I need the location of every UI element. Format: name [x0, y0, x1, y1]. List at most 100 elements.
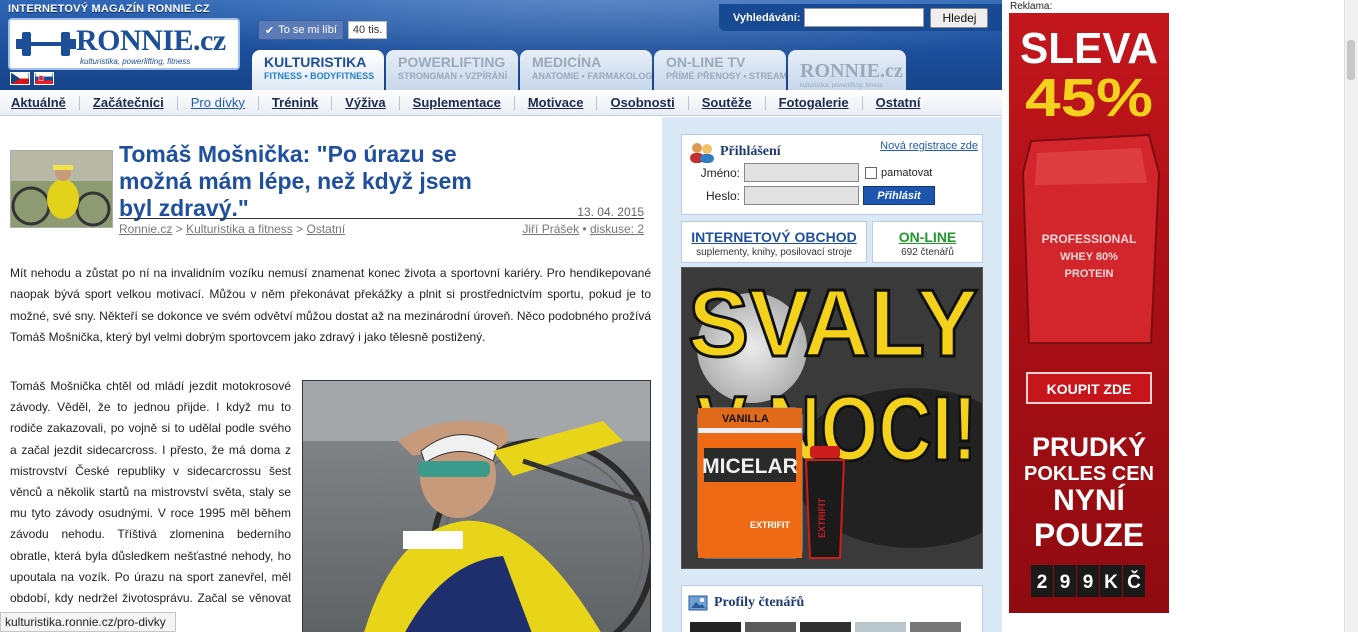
sleva-45-ad[interactable]: SLEVA 45% PROFESSIONAL WHEY 80% PROTEIN … [1009, 13, 1169, 613]
sleva-drop-3: NYNÍ [1053, 483, 1125, 517]
slovak-flag-icon[interactable] [34, 72, 54, 85]
price-digit: 9 [1083, 572, 1094, 593]
svaly-v-noci-ad[interactable]: SVALY V NOCI! VANILLA MICELAR EXTRIFIT E… [681, 267, 983, 569]
online-link[interactable]: ON-LINE [873, 229, 982, 245]
buy-now-button: KOUPIT ZDE [1047, 381, 1132, 397]
breadcrumb-home[interactable]: Ronnie.cz [119, 222, 172, 236]
vertical-scrollbar[interactable] [1344, 0, 1358, 632]
article-lead: Mít nehodu a zůstat po ní na invalidním … [10, 266, 651, 345]
like-button[interactable]: ✔ To se mi líbí [258, 20, 344, 40]
price-counter: 2 9 9 K Č [1031, 565, 1145, 597]
brand-right-logo: RONNIE.cz [800, 60, 903, 82]
sleva-drop-2: POKLES CEN [1024, 463, 1154, 485]
profile-thumb[interactable] [910, 622, 961, 632]
online-readers: 692 čtenářů [901, 247, 954, 258]
eshop-subtitle: suplementy, knihy, posilovací stroje [696, 247, 852, 258]
breadcrumb-separator: > [175, 222, 183, 236]
profile-thumb[interactable] [690, 622, 741, 632]
sidebar: Přihlášení Nová registrace zde Jméno: pa… [662, 117, 1002, 632]
ad-label: Reklama: [1010, 1, 1053, 12]
login-box: Přihlášení Nová registrace zde Jméno: pa… [681, 134, 983, 215]
login-button[interactable]: Přihlásit [863, 186, 935, 205]
czech-flag-icon[interactable] [10, 72, 30, 85]
svaly-flavor: VANILLA [722, 413, 769, 425]
site-header: INTERNETOVÝ MAGAZÍN RONNIE.CZ RONNIE.cz … [0, 0, 1002, 90]
article-meta: Jiří Prášek • diskuse: 2 [510, 222, 644, 236]
username-label: Jméno: [700, 165, 740, 180]
scrollbar-thumb[interactable] [1347, 40, 1355, 80]
price-currency: K [1104, 572, 1118, 593]
tab-brand[interactable]: RONNIE.cz kulturistika, powerlifting, fi… [788, 50, 906, 90]
article: Tomáš Mošnička: "Po úrazu se možná mám l… [0, 117, 662, 632]
tab-medicina[interactable]: MEDICÍNA ANATOMIE • FARMAKOLOGIE [520, 50, 652, 90]
remember-label: pamatovat [881, 166, 933, 179]
svaly-shaker-brand: EXTRIFIT [817, 497, 827, 538]
nav-suplementace[interactable]: Suplementace [398, 95, 514, 110]
nav-zacatecnici[interactable]: Začátečníci [78, 95, 177, 110]
logo-name: RONNIE.cz [76, 24, 226, 57]
profile-thumb[interactable] [855, 622, 906, 632]
login-title: Přihlášení [720, 144, 781, 159]
tab-kulturistika[interactable]: KULTURISTIKA FITNESS • BODYFITNESS [252, 50, 384, 90]
sleva-headline: SLEVA [1020, 24, 1158, 73]
nav-ostatni[interactable]: Ostatní [861, 95, 934, 110]
search-input[interactable] [804, 8, 925, 27]
checkmark-icon: ✔ [265, 24, 275, 37]
password-input[interactable] [744, 186, 859, 205]
username-input[interactable] [744, 163, 859, 182]
price-digit: 2 [1037, 572, 1048, 593]
site-logo[interactable]: RONNIE.cz kulturistika, powerlifting, fi… [8, 18, 240, 70]
breadcrumb-subcategory[interactable]: Ostatní [307, 222, 346, 236]
search-button[interactable]: Hledej [930, 7, 989, 28]
article-title: Tomáš Mošnička: "Po úrazu se možná mám l… [119, 141, 472, 221]
sleva-product-line1: PROFESSIONAL [1042, 232, 1137, 246]
svaly-ad-graphic: SVALY V NOCI! VANILLA MICELAR EXTRIFIT E… [682, 268, 982, 568]
sleva-product-line3: PROTEIN [1065, 268, 1114, 280]
nav-aktualne[interactable]: Aktuálně [0, 95, 79, 110]
reader-profiles: Profily čtenářů [681, 585, 983, 632]
nav-pro-divky[interactable]: Pro dívky [176, 95, 258, 110]
breadcrumb: Ronnie.cz > Kulturistika a fitness > Ost… [119, 222, 345, 236]
sleva-ad-graphic: SLEVA 45% PROFESSIONAL WHEY 80% PROTEIN … [1020, 24, 1161, 597]
barbell-icon [16, 32, 76, 56]
profile-thumb[interactable] [745, 622, 796, 632]
online-box[interactable]: ON-LINE 692 čtenářů [872, 221, 983, 263]
sleva-product-line2: WHEY 80% [1060, 251, 1118, 263]
search-bar: Vyhledávání: Hledej [719, 4, 1002, 31]
price-digit: 9 [1060, 572, 1071, 593]
profile-thumbnails [690, 622, 961, 632]
article-photo[interactable] [302, 380, 651, 632]
nav-trenink[interactable]: Trénink [257, 95, 331, 110]
discussion-link[interactable]: diskuse: 2 [590, 222, 644, 236]
nav-fotogalerie[interactable]: Fotogalerie [764, 95, 862, 110]
nav-motivace[interactable]: Motivace [513, 95, 597, 110]
svaly-headline: SVALY [688, 270, 978, 377]
profiles-title: Profily čtenářů [714, 595, 805, 610]
username-row: Jméno: pamatovat [682, 163, 932, 182]
password-row: Heslo: Přihlásit [682, 186, 935, 205]
status-bar-url: kulturistika.ronnie.cz/pro-divky [0, 612, 176, 632]
users-icon [690, 143, 714, 163]
tab-powerlifting[interactable]: POWERLIFTING STRONGMAN • VZPÍRÁNÍ [386, 50, 518, 90]
article-body: Tomáš Mošnička chtěl od mládí jezdit mot… [10, 379, 291, 626]
brand-right-subtitle: kulturistika, powerlifting, fitness [800, 83, 883, 89]
sleva-percent: 45% [1025, 68, 1153, 128]
eshop-link[interactable]: INTERNETOVÝ OBCHOD [682, 229, 866, 245]
nav-osobnosti[interactable]: Osobnosti [596, 95, 687, 110]
title-divider [119, 218, 644, 219]
remember-checkbox[interactable] [865, 166, 877, 179]
tab-online-tv[interactable]: ON-LINE TV PŘÍMÉ PŘENOSY • STREAM [654, 50, 786, 90]
profile-thumb[interactable] [800, 622, 851, 632]
nav-vyziva[interactable]: Výživa [331, 95, 398, 110]
author-link[interactable]: Jiří Prášek [522, 222, 579, 236]
like-label: To se mi líbí [278, 24, 337, 36]
meta-separator: • [582, 222, 587, 236]
main-navigation: Aktuálně Začátečníci Pro dívky Trénink V… [0, 90, 1002, 116]
breadcrumb-category[interactable]: Kulturistika a fitness [186, 222, 293, 236]
nav-souteze[interactable]: Soutěže [687, 95, 765, 110]
svaly-product: MICELAR [702, 455, 798, 478]
handbike-thumbnail-image [11, 151, 112, 227]
register-link[interactable]: Nová registrace zde [880, 140, 978, 152]
article-date: 13. 04. 2015 [577, 205, 644, 219]
eshop-box[interactable]: INTERNETOVÝ OBCHOD suplementy, knihy, po… [681, 221, 867, 263]
